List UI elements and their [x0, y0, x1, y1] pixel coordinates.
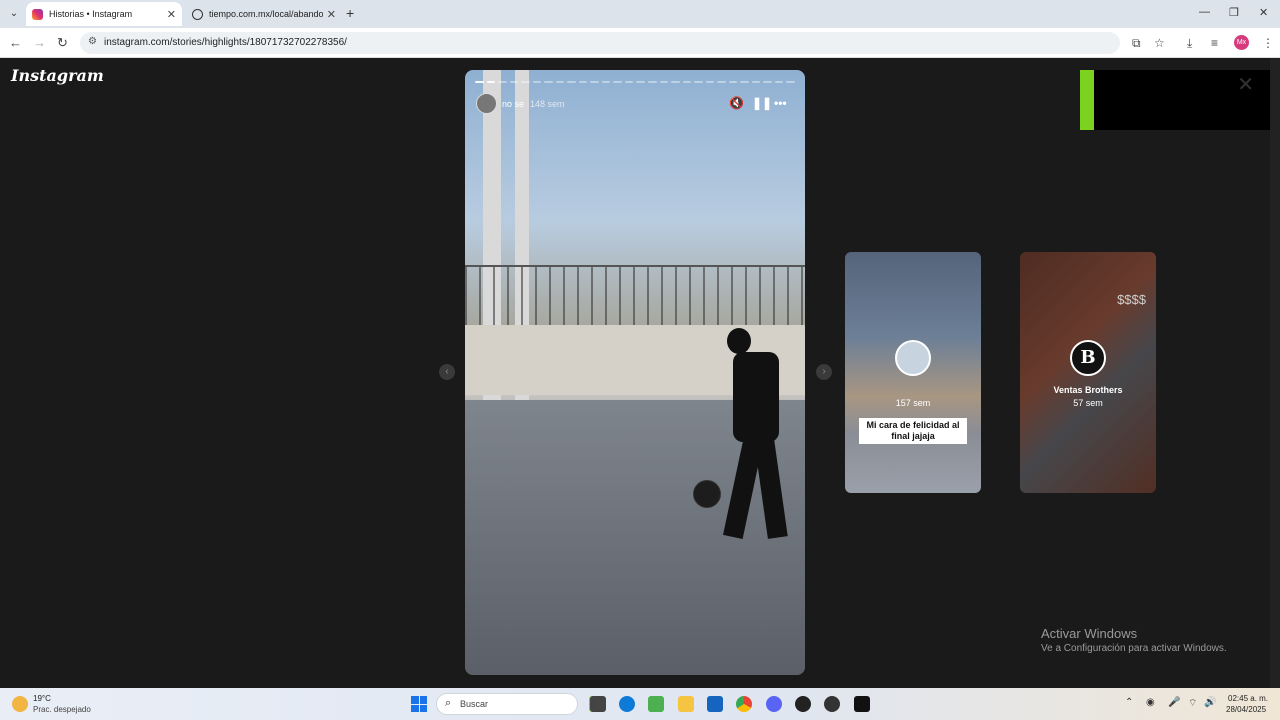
clock-date[interactable]: 28/04/2025	[1226, 705, 1266, 714]
scrollbar[interactable]	[1270, 58, 1280, 688]
preview-age: 57 sem	[1073, 398, 1103, 408]
tab-title: tiempo.com.mx/local/abandon	[209, 9, 323, 19]
tab-instagram[interactable]: Historias • Instagram ✕	[26, 2, 182, 26]
story-username[interactable]: no se	[502, 99, 524, 109]
bookmark-star-icon[interactable]: ☆	[1154, 36, 1165, 50]
restore-button[interactable]: ❐	[1229, 6, 1239, 19]
player-head	[727, 328, 751, 354]
preview-avatar	[895, 340, 931, 376]
file-explorer-icon[interactable]	[678, 696, 694, 712]
weather-temperature[interactable]: 19°C	[33, 694, 51, 703]
close-overlay: ✕	[1080, 70, 1270, 130]
search-icon: ⌕	[445, 697, 452, 709]
security-icon[interactable]: ◉	[1146, 697, 1155, 708]
capcut-icon[interactable]	[854, 696, 870, 712]
caption-line: Mi cara de felicidad al	[866, 420, 960, 430]
upcoming-story-preview[interactable]: $$$$ B Ventas Brothers 57 sem	[1020, 252, 1156, 493]
browser-tab-bar: ⌄ Historias • Instagram ✕ tiempo.com.mx/…	[0, 0, 1280, 28]
obs-icon[interactable]	[824, 696, 840, 712]
fence-shape	[465, 265, 805, 325]
windows-taskbar: 19°C Prac. despejado ⌕ Buscar ⌃ ◉ 🎤 ⌔ 🔊 …	[0, 688, 1280, 720]
close-icon[interactable]: ✕	[1237, 72, 1254, 97]
task-view-icon[interactable]	[590, 696, 606, 712]
brand-avatar: B	[1070, 340, 1106, 376]
minimize-button[interactable]: —	[1199, 6, 1210, 18]
preview-age: 157 sem	[895, 398, 931, 408]
discord-icon[interactable]	[766, 696, 782, 712]
chrome-icon[interactable]	[736, 696, 752, 712]
story-avatar[interactable]	[476, 93, 497, 114]
back-icon[interactable]: ←	[9, 35, 22, 50]
next-story-icon[interactable]: ›	[816, 364, 832, 380]
more-options-icon[interactable]: •••	[774, 96, 787, 110]
reload-icon[interactable]: ↻	[57, 35, 68, 51]
story-age: 148 sem	[530, 99, 565, 109]
tab-search-icon[interactable]: ⌄	[6, 6, 22, 22]
preview-caption: Mi cara de felicidad al final jajaja	[859, 418, 967, 444]
reading-list-icon[interactable]: ≡	[1211, 36, 1218, 50]
tab-title: Historias • Instagram	[49, 9, 133, 19]
app-icon[interactable]	[795, 696, 811, 712]
microsoft-store-icon[interactable]	[707, 696, 723, 712]
preview-overlay-text: $$$$	[1117, 292, 1146, 307]
site-info-icon[interactable]: ⚙	[88, 36, 97, 47]
pause-icon[interactable]: ❚❚	[752, 96, 772, 110]
download-icon[interactable]: ⤓	[1187, 36, 1192, 51]
accent-bar	[1080, 70, 1094, 130]
caption-line: final jajaja	[891, 431, 935, 441]
taskbar-search[interactable]: ⌕ Buscar	[436, 693, 578, 715]
forward-icon[interactable]: →	[33, 35, 46, 50]
globe-icon	[192, 8, 203, 20]
menu-kebab-icon[interactable]: ⋮	[1262, 36, 1274, 50]
close-window-button[interactable]: ✕	[1259, 6, 1268, 19]
mute-icon[interactable]: 🔇	[729, 96, 744, 110]
url-text[interactable]: instagram.com/stories/highlights/1807173…	[104, 37, 347, 48]
instagram-stories-viewer: Instagram no se 148 sem 🔇 ❚❚ ••• ‹ › 157…	[0, 58, 1280, 688]
install-app-icon[interactable]: ⧉	[1132, 36, 1141, 51]
weather-condition[interactable]: Prac. despejado	[33, 705, 91, 714]
activation-watermark-subtitle: Ve a Configuración para activar Windows.	[1041, 643, 1227, 654]
clock-time[interactable]: 02:45 a. m.	[1228, 694, 1268, 703]
player-body	[733, 352, 779, 442]
story-player[interactable]: no se 148 sem 🔇 ❚❚ •••	[465, 70, 805, 675]
instagram-logo[interactable]: Instagram	[11, 66, 104, 85]
instagram-icon	[32, 8, 43, 20]
tab-tiempo[interactable]: tiempo.com.mx/local/abandon ✕	[186, 2, 342, 26]
profile-avatar[interactable]: Mx	[1234, 35, 1249, 50]
windows-start-icon[interactable]	[411, 696, 427, 712]
store-app-icon[interactable]	[648, 696, 664, 712]
microphone-icon[interactable]: 🎤	[1168, 697, 1180, 708]
browser-toolbar: ← → ↻ ⚙ instagram.com/stories/highlights…	[0, 28, 1280, 58]
volume-icon[interactable]: 🔊	[1204, 697, 1216, 708]
story-progress-bar	[475, 81, 795, 83]
preview-username: Ventas Brothers	[1053, 385, 1123, 395]
previous-story-icon[interactable]: ‹	[439, 364, 455, 380]
wifi-icon[interactable]: ⌔	[1188, 697, 1197, 710]
new-tab-button[interactable]: +	[346, 5, 354, 21]
weather-icon[interactable]	[12, 696, 28, 712]
edge-icon[interactable]	[619, 696, 635, 712]
chevron-up-icon[interactable]: ⌃	[1125, 697, 1133, 708]
activation-watermark-title: Activar Windows	[1041, 626, 1138, 641]
basketball	[693, 480, 721, 508]
close-tab-icon[interactable]: ✕	[167, 8, 176, 21]
close-tab-icon[interactable]: ✕	[327, 8, 336, 21]
address-bar[interactable]: ⚙ instagram.com/stories/highlights/18071…	[80, 32, 1120, 54]
next-story-preview[interactable]: 157 sem Mi cara de felicidad al final ja…	[845, 252, 981, 493]
search-label: Buscar	[460, 699, 489, 709]
